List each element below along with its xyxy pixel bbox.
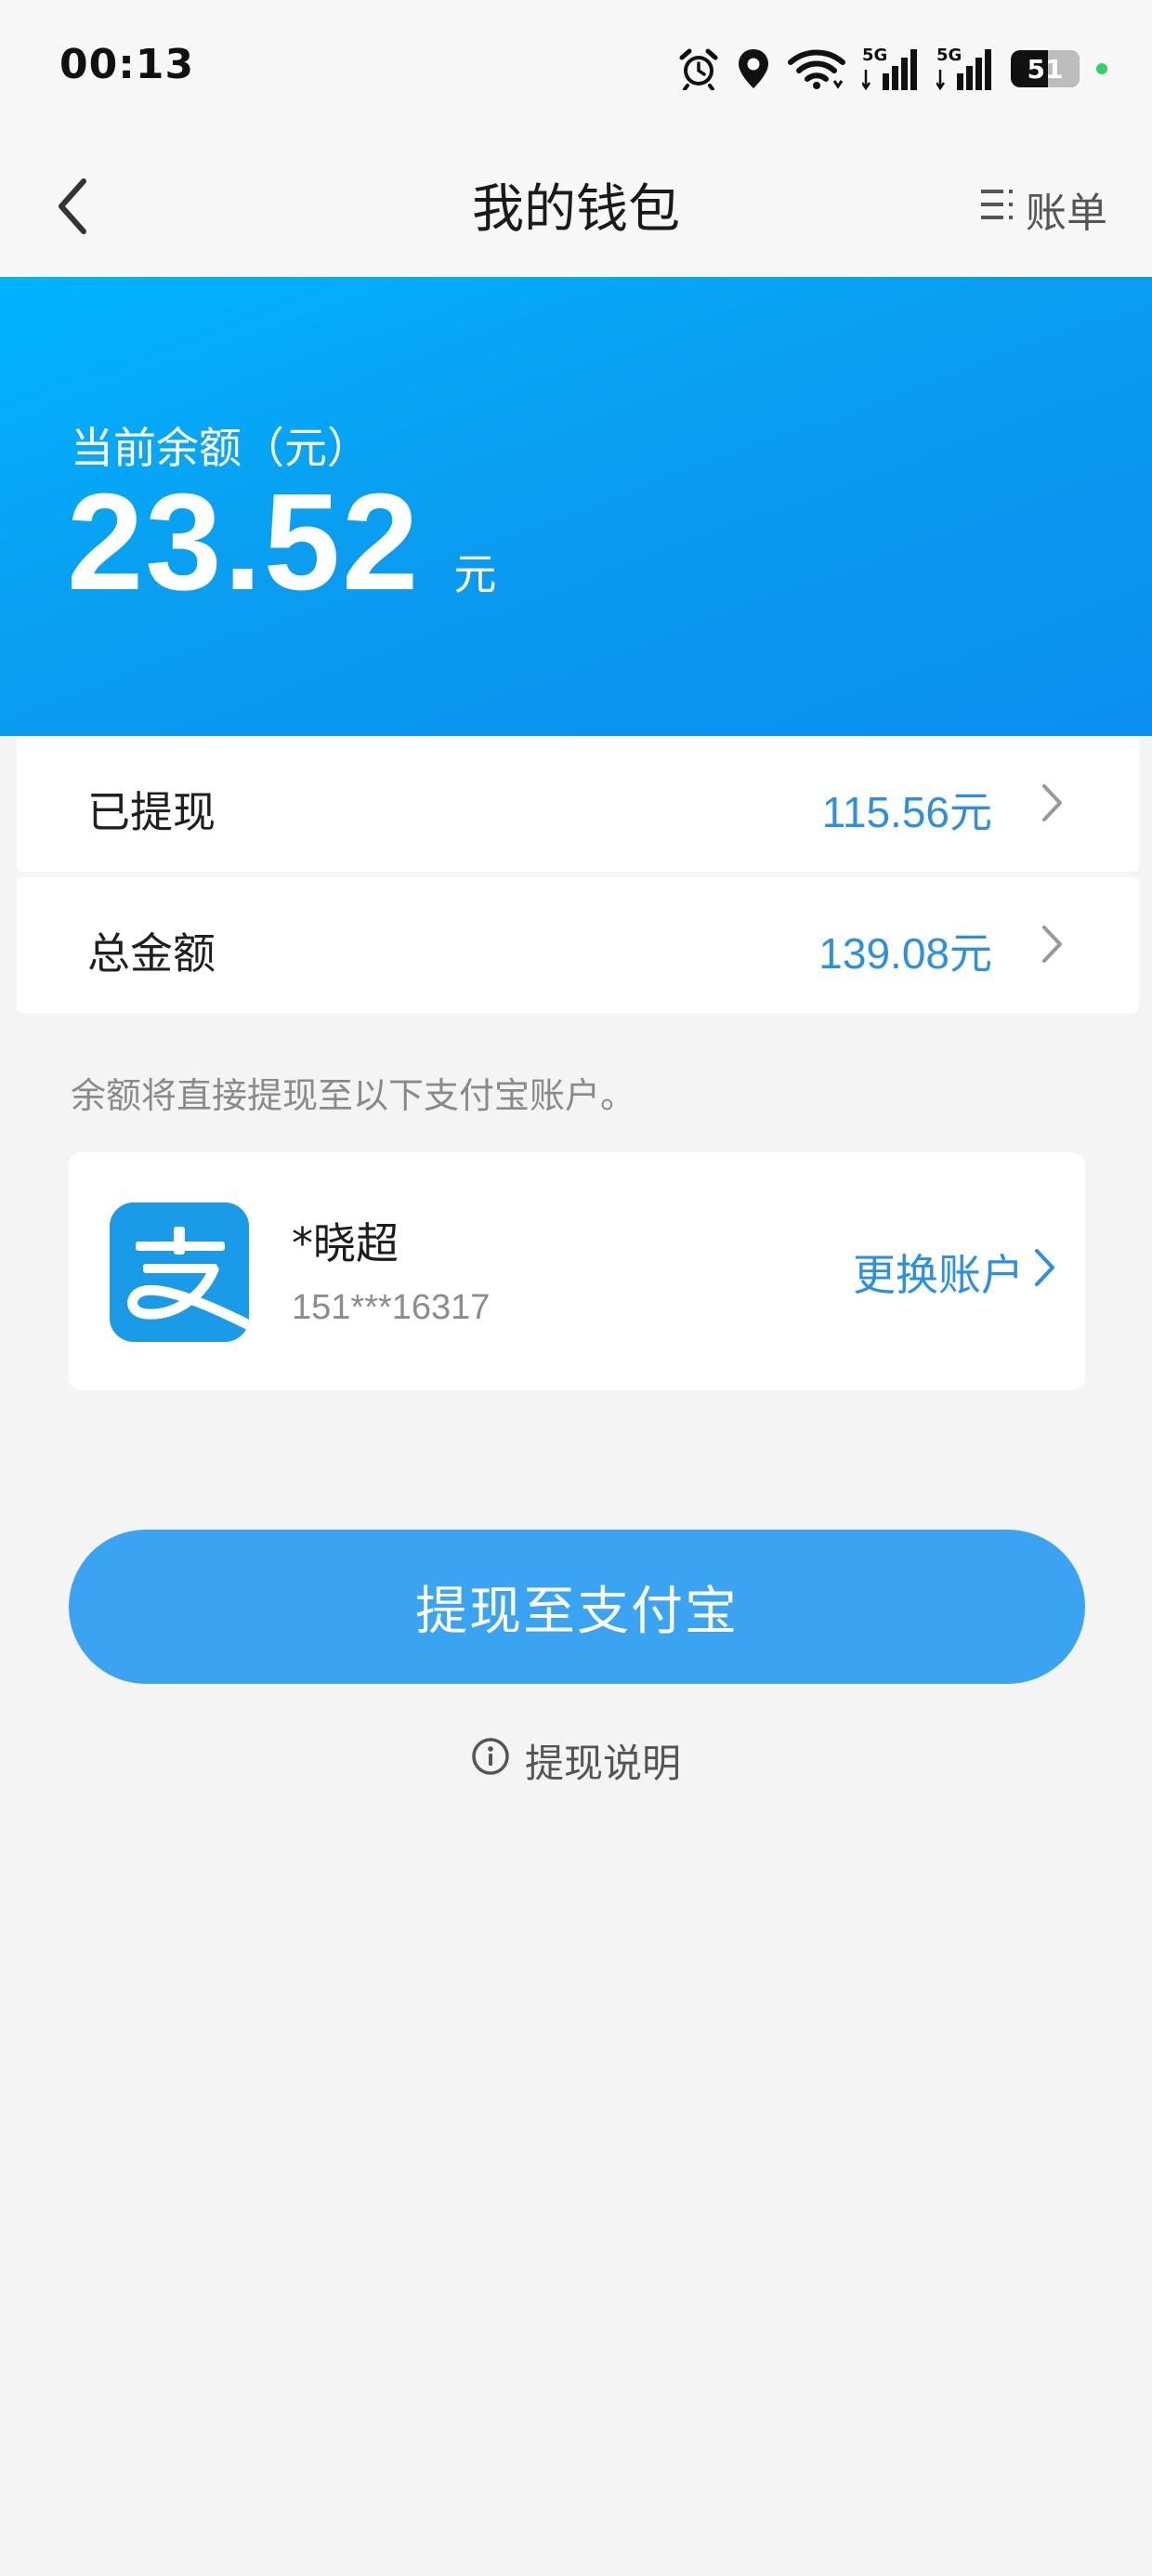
- change-account-label: 更换账户: [853, 1250, 1024, 1300]
- battery-icon: 51: [1011, 50, 1080, 87]
- withdraw-to-alipay-button[interactable]: 提现至支付宝: [69, 1530, 1085, 1684]
- balance-card: 当前余额（元） 23.52 元: [0, 277, 1152, 736]
- total-value: 139.08元: [818, 929, 992, 978]
- location-icon: [736, 47, 771, 90]
- battery-level: 51: [1027, 53, 1064, 85]
- account-name: *晓超: [292, 1218, 399, 1268]
- wifi-icon: [788, 47, 845, 90]
- change-account-button[interactable]: 更换账户: [853, 1242, 1057, 1303]
- signal-5g-icon: 5G: [862, 46, 920, 92]
- withdrawn-label: 已提现: [87, 787, 216, 837]
- info-icon: [471, 1737, 510, 1785]
- status-bar: 00:13 5G 5G 51: [0, 0, 1152, 139]
- chevron-right-icon: [1041, 782, 1065, 827]
- status-icons: 5G 5G 51: [678, 41, 1107, 97]
- account-phone: 151***16317: [292, 1288, 491, 1327]
- status-time: 00:13: [59, 41, 195, 88]
- alarm-icon: [678, 47, 719, 90]
- withdraw-notice: 余额将直接提现至以下支付宝账户。: [71, 1075, 636, 1116]
- list-icon: [977, 184, 1018, 235]
- withdrawn-value: 115.56元: [821, 788, 992, 836]
- withdraw-instructions-label: 提现说明: [524, 1741, 681, 1786]
- chevron-right-icon: [1041, 924, 1065, 968]
- charging-dot-icon: [1096, 63, 1107, 74]
- alipay-logo-icon: [110, 1203, 249, 1342]
- signal-5g-icon: 5G: [936, 46, 994, 92]
- withdraw-instructions-link[interactable]: 提现说明: [0, 1732, 1152, 1789]
- total-row[interactable]: 总金额 139.08元: [17, 877, 1139, 1013]
- alipay-account-card: *晓超 151***16317 更换账户: [69, 1152, 1085, 1390]
- balance-value-row: 23.52 元: [67, 474, 496, 611]
- total-label: 总金额: [87, 928, 216, 979]
- chevron-right-icon: [1033, 1247, 1057, 1298]
- nav-bar: 我的钱包 账单: [0, 139, 1152, 277]
- balance-unit: 元: [453, 549, 497, 599]
- balance-amount: 23.52: [67, 466, 421, 619]
- bill-button[interactable]: 账单: [977, 177, 1107, 242]
- bill-label: 账单: [1026, 190, 1107, 237]
- withdrawn-row[interactable]: 已提现 115.56元: [17, 736, 1139, 872]
